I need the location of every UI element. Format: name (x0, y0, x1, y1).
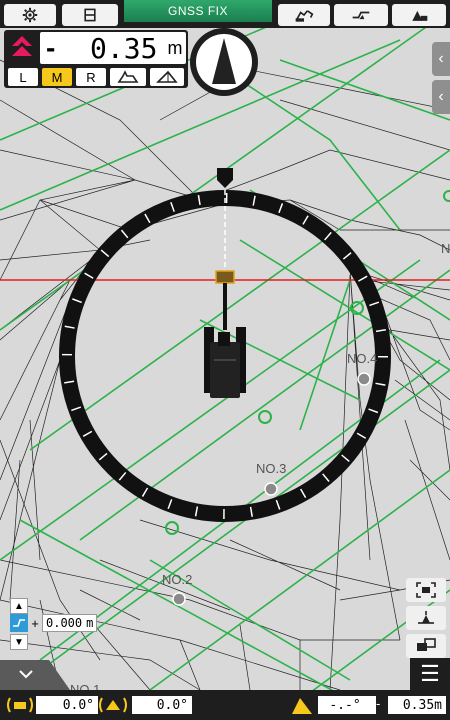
layout-icon (84, 8, 96, 22)
layer-icon (417, 638, 436, 651)
side-panel-tab-1[interactable]: ‹ (432, 42, 450, 76)
layout-button[interactable] (62, 4, 118, 26)
depth-unit: m (167, 37, 183, 58)
roll-icon (7, 697, 33, 713)
profile-view-button[interactable] (334, 4, 388, 26)
offset-sign: + (31, 615, 39, 631)
north-compass[interactable] (190, 28, 258, 96)
offset-panel: ▲ + 0.000 m ▼ (10, 598, 110, 650)
map-label-no3: NO.3 (256, 461, 287, 476)
elevation-up-icon (12, 36, 32, 56)
bucket-mode-icon (117, 70, 139, 83)
machine-view-icon (412, 10, 428, 21)
offset-value-field[interactable]: 0.000 m (42, 614, 98, 632)
depth-panel: - 0.35 m L M R (4, 30, 188, 88)
menu-button[interactable]: ☰ (410, 658, 450, 690)
roll-value: 0.0° (36, 696, 98, 714)
gnss-status: GNSS FIX (124, 0, 272, 22)
depth-sign: - (46, 32, 56, 63)
depth-value: 0.35 (90, 31, 158, 65)
offset-icon (10, 614, 28, 632)
pitch-value: 0.0° (132, 696, 192, 714)
side-panel-tab-2[interactable]: ‹ (432, 80, 450, 114)
heading-marker (217, 168, 233, 188)
excavator-icon (204, 327, 246, 398)
slope-angle-icon (292, 698, 312, 714)
profile-view-icon (352, 11, 370, 20)
offset-unit: m (86, 616, 94, 630)
slope-mode-icon (156, 70, 178, 83)
offset-down-button[interactable]: ▼ (10, 634, 28, 650)
mode-middle-button[interactable]: M (42, 68, 72, 86)
layer-button[interactable] (406, 634, 446, 658)
bucket-icon (215, 270, 235, 284)
mode-left-button[interactable]: L (8, 68, 38, 86)
excavator-view-button[interactable] (278, 4, 330, 26)
excavator-view-icon (295, 10, 314, 22)
offset-value: 0.000 (46, 616, 83, 630)
gear-icon (22, 7, 38, 23)
slope-mode-button[interactable] (150, 68, 184, 86)
depth-readout: - 0.35 m (40, 31, 186, 65)
bottom-separator: - (376, 696, 381, 711)
map-label-no4: NO.4 (347, 351, 378, 366)
machine-center-button[interactable] (406, 606, 446, 630)
map-label-n: N (441, 241, 450, 256)
slope-angle-value: -.-° (318, 696, 376, 714)
offset-up-button[interactable]: ▲ (10, 598, 28, 614)
zoom-fit-icon (416, 582, 436, 598)
map-label-no2: NO.2 (162, 572, 193, 587)
settings-button[interactable] (4, 4, 56, 26)
survey-points[interactable] (172, 372, 371, 606)
bucket-mode-button[interactable] (110, 68, 146, 86)
offset-row: + 0.000 m (10, 614, 98, 632)
machine-center-icon (418, 611, 434, 624)
chevron-down-icon (19, 670, 33, 679)
machine-view-button[interactable] (392, 4, 446, 26)
bottom-bar: 0.0° 0.0° -.-° - 0.35m (0, 690, 450, 720)
distance-value: 0.35m (388, 696, 446, 714)
mode-right-button[interactable]: R (76, 68, 106, 86)
north-arrow-icon (212, 38, 236, 84)
zoom-fit-button[interactable] (406, 578, 446, 602)
pitch-icon (99, 697, 127, 713)
